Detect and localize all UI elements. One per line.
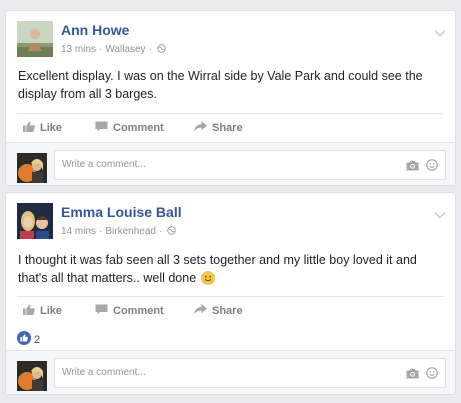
chevron-down-icon[interactable] — [434, 206, 446, 224]
author-avatar[interactable] — [17, 21, 53, 57]
post-meta: 13 mins · Wallasey · — [61, 44, 166, 56]
share-arrow-icon — [194, 304, 207, 318]
like-button[interactable]: Like — [23, 114, 62, 142]
meta-separator: · — [158, 226, 163, 237]
reaction-summary[interactable]: 2 — [17, 331, 40, 348]
post-text-content: I thought it was fab seen all 3 sets tog… — [18, 253, 417, 285]
comment-bubble-icon — [95, 304, 108, 318]
post-time[interactable]: 14 mins — [61, 226, 96, 237]
share-label: Share — [212, 122, 243, 134]
comment-input[interactable]: Write a comment... — [54, 150, 446, 180]
share-button[interactable]: Share — [194, 114, 243, 142]
comment-label: Comment — [113, 122, 164, 134]
post-location[interactable]: Wallasey — [105, 44, 145, 55]
post-text: Excellent display. I was on the Wirral s… — [18, 69, 423, 101]
comment-bubble-icon — [95, 121, 108, 135]
smiley-icon[interactable] — [426, 366, 438, 384]
post-meta: 14 mins · Birkenhead · — [61, 226, 177, 238]
like-reaction-icon — [17, 331, 31, 348]
post-header: Emma Louise Ball 14 mins · Birkenhead · — [6, 193, 455, 241]
author-avatar[interactable] — [17, 203, 53, 239]
author-name[interactable]: Ann Howe — [61, 22, 129, 38]
share-arrow-icon — [194, 121, 207, 135]
post-text: I thought it was fab seen all 3 sets tog… — [18, 251, 448, 290]
viewer-avatar — [17, 153, 47, 183]
meta-separator: · — [148, 44, 152, 55]
comment-composer: Write a comment... — [6, 142, 455, 185]
share-button[interactable]: Share — [194, 297, 243, 325]
post-time[interactable]: 13 mins — [61, 44, 96, 55]
chevron-down-icon[interactable] — [434, 24, 446, 42]
comment-label: Comment — [113, 305, 164, 317]
post-header: Ann Howe 13 mins · Wallasey · — [6, 11, 455, 59]
like-label: Like — [40, 305, 63, 317]
post-card: Ann Howe 13 mins · Wallasey · Excellent dis… — [5, 10, 456, 186]
comment-button[interactable]: Comment — [95, 114, 164, 142]
post-location[interactable]: Birkenhead — [105, 226, 156, 237]
globe-icon — [157, 44, 166, 56]
like-button[interactable]: Like — [23, 297, 62, 325]
comment-button[interactable]: Comment — [95, 297, 164, 325]
action-bar: Like Comment Share — [17, 113, 444, 142]
like-thumb-icon — [23, 121, 35, 135]
like-thumb-icon — [23, 304, 35, 318]
share-label: Share — [212, 305, 243, 317]
camera-icon[interactable] — [406, 158, 419, 176]
comment-placeholder: Write a comment... — [62, 367, 146, 378]
comment-placeholder: Write a comment... — [62, 159, 146, 170]
author-name[interactable]: Emma Louise Ball — [61, 204, 182, 220]
viewer-avatar — [17, 361, 47, 391]
camera-icon[interactable] — [406, 366, 419, 384]
reaction-count: 2 — [34, 333, 41, 346]
meta-separator: · — [99, 226, 103, 237]
like-label: Like — [40, 122, 63, 134]
globe-icon — [167, 226, 177, 238]
post-card: Emma Louise Ball 14 mins · Birkenhead · I t… — [5, 192, 456, 395]
meta-separator: · — [99, 44, 103, 55]
smile-emoji-icon — [200, 271, 215, 290]
action-bar: Like Comment Share — [17, 296, 444, 325]
comment-composer: Write a comment... — [6, 350, 455, 394]
smiley-icon[interactable] — [426, 158, 438, 176]
comment-input[interactable]: Write a comment... — [54, 358, 446, 388]
